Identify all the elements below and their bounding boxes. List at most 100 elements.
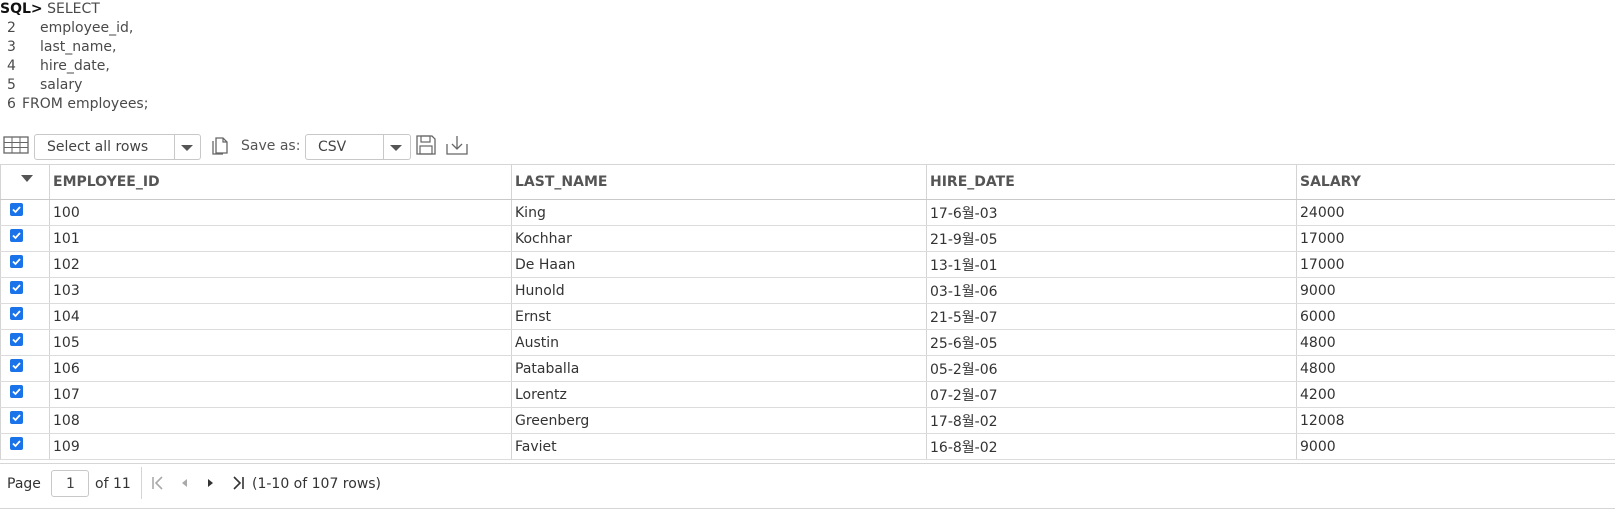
sql-line-4: 4 hire_date, <box>0 57 148 76</box>
row-selection-dropdown[interactable]: Select all rows <box>34 134 201 160</box>
table-cell[interactable]: 108 <box>49 408 511 433</box>
table-row[interactable]: 103 Hunold 03-1월-06 9000 <box>0 278 1615 304</box>
table-cell[interactable]: 07-2월-07 <box>926 382 1296 407</box>
sql-code: hire_date, <box>40 58 110 74</box>
download-icon[interactable] <box>445 134 469 156</box>
table-cell[interactable]: 21-5월-07 <box>926 304 1296 329</box>
export-format-value: CSV <box>318 139 347 155</box>
row-select-cell <box>0 278 49 303</box>
table-cell[interactable]: 6000 <box>1296 304 1615 329</box>
table-cell[interactable]: 16-8월-02 <box>926 434 1296 459</box>
table-cell[interactable]: King <box>511 200 926 225</box>
table-cell[interactable]: 4200 <box>1296 382 1615 407</box>
row-selection-value: Select all rows <box>47 139 149 155</box>
first-page-icon[interactable] <box>151 475 165 491</box>
table-row[interactable]: 104 Ernst 21-5월-07 6000 <box>0 304 1615 330</box>
table-row[interactable]: 105 Austin 25-6월-05 4800 <box>0 330 1615 356</box>
table-cell[interactable]: 100 <box>49 200 511 225</box>
sql-code: last_name, <box>40 39 117 55</box>
copy-icon[interactable] <box>209 134 231 156</box>
table-cell[interactable]: Austin <box>511 330 926 355</box>
grid-view-icon[interactable] <box>3 136 29 154</box>
table-row[interactable]: 102 De Haan 13-1월-01 17000 <box>0 252 1615 278</box>
row-select-cell <box>0 200 49 225</box>
table-cell[interactable]: Ernst <box>511 304 926 329</box>
line-number: 5 <box>7 77 16 93</box>
table-cell[interactable]: 102 <box>49 252 511 277</box>
column-header[interactable]: LAST_NAME <box>511 165 926 199</box>
table-cell[interactable]: 13-1월-01 <box>926 252 1296 277</box>
save-as-label: Save as: <box>241 138 301 154</box>
select-column-header[interactable] <box>0 165 49 199</box>
table-cell[interactable]: 24000 <box>1296 200 1615 225</box>
table-row[interactable]: 109 Faviet 16-8월-02 9000 <box>0 434 1615 460</box>
row-select-cell <box>0 356 49 381</box>
table-cell[interactable]: Lorentz <box>511 382 926 407</box>
table-cell[interactable]: 17000 <box>1296 226 1615 251</box>
table-cell[interactable]: 12008 <box>1296 408 1615 433</box>
save-icon[interactable] <box>415 134 437 156</box>
row-checkbox[interactable] <box>10 229 23 242</box>
table-cell[interactable]: 17000 <box>1296 252 1615 277</box>
last-page-icon[interactable] <box>231 475 245 491</box>
table-cell[interactable]: 109 <box>49 434 511 459</box>
sql-prompt: SQL> <box>0 1 43 17</box>
column-header[interactable]: SALARY <box>1296 165 1615 199</box>
row-select-cell <box>0 382 49 407</box>
table-cell[interactable]: 17-8월-02 <box>926 408 1296 433</box>
table-cell[interactable]: Kochhar <box>511 226 926 251</box>
sql-code: SELECT <box>47 1 100 17</box>
table-cell[interactable]: Pataballa <box>511 356 926 381</box>
row-checkbox[interactable] <box>10 255 23 268</box>
sql-code: FROM employees; <box>22 96 149 112</box>
line-number: 2 <box>7 20 16 36</box>
table-cell[interactable]: 104 <box>49 304 511 329</box>
previous-page-icon[interactable] <box>179 475 189 491</box>
table-cell[interactable]: 9000 <box>1296 278 1615 303</box>
page-label: Page <box>7 476 41 492</box>
table-cell[interactable]: Hunold <box>511 278 926 303</box>
page-number-input[interactable]: 1 <box>51 470 89 497</box>
table-cell[interactable]: Greenberg <box>511 408 926 433</box>
table-row[interactable]: 106 Pataballa 05-2월-06 4800 <box>0 356 1615 382</box>
pagination-bar: Page 1 of 11 (1-10 of 107 rows) <box>0 463 1615 509</box>
sql-code: salary <box>40 77 83 93</box>
row-checkbox[interactable] <box>10 333 23 346</box>
table-cell[interactable]: 107 <box>49 382 511 407</box>
chevron-down-icon <box>390 145 402 151</box>
table-cell[interactable]: 9000 <box>1296 434 1615 459</box>
table-cell[interactable]: 103 <box>49 278 511 303</box>
row-checkbox[interactable] <box>10 411 23 424</box>
table-cell[interactable]: 25-6월-05 <box>926 330 1296 355</box>
table-cell[interactable]: 03-1월-06 <box>926 278 1296 303</box>
table-cell[interactable]: 21-9월-05 <box>926 226 1296 251</box>
table-cell[interactable]: 4800 <box>1296 330 1615 355</box>
table-cell[interactable]: 101 <box>49 226 511 251</box>
column-header[interactable]: HIRE_DATE <box>926 165 1296 199</box>
table-cell[interactable]: 4800 <box>1296 356 1615 381</box>
row-checkbox[interactable] <box>10 359 23 372</box>
row-checkbox[interactable] <box>10 203 23 216</box>
row-select-cell <box>0 330 49 355</box>
row-checkbox[interactable] <box>10 385 23 398</box>
column-header[interactable]: EMPLOYEE_ID <box>49 165 511 199</box>
table-cell[interactable]: 05-2월-06 <box>926 356 1296 381</box>
table-row[interactable]: 100 King 17-6월-03 24000 <box>0 200 1615 226</box>
export-format-dropdown[interactable]: CSV <box>305 134 411 160</box>
row-select-cell <box>0 434 49 459</box>
table-cell[interactable]: Faviet <box>511 434 926 459</box>
table-cell[interactable]: De Haan <box>511 252 926 277</box>
row-checkbox[interactable] <box>10 281 23 294</box>
next-page-icon[interactable] <box>206 475 216 491</box>
table-cell[interactable]: 106 <box>49 356 511 381</box>
table-cell[interactable]: 17-6월-03 <box>926 200 1296 225</box>
table-row[interactable]: 108 Greenberg 17-8월-02 12008 <box>0 408 1615 434</box>
line-number: 6 <box>7 96 16 112</box>
sql-line-1: SQL> SELECT <box>0 0 148 19</box>
table-row[interactable]: 101 Kochhar 21-9월-05 17000 <box>0 226 1615 252</box>
table-cell[interactable]: 105 <box>49 330 511 355</box>
row-checkbox[interactable] <box>10 437 23 450</box>
table-row[interactable]: 107 Lorentz 07-2월-07 4200 <box>0 382 1615 408</box>
sql-echo: SQL> SELECT 2 employee_id, 3 last_name, 4 h… <box>0 0 148 114</box>
row-checkbox[interactable] <box>10 307 23 320</box>
